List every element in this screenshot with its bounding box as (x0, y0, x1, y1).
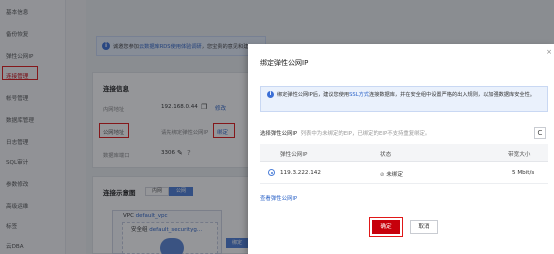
eip-radio[interactable] (268, 169, 275, 176)
dialog-info-text: 绑定弹性公网IP后，建议您使用SSL方式连接数据库，并在安全组中设置严格的出入规… (277, 92, 535, 98)
cancel-button[interactable]: 取消 (410, 220, 438, 234)
col-bandwidth: 带宽大小 (508, 152, 531, 158)
select-eip-label: 选择弹性公网IP 列表中为未绑定的EIP，已绑定的EIP不支持重复绑定。 (260, 131, 431, 137)
ok-button[interactable]: 确定 (372, 220, 400, 234)
close-icon[interactable]: × (546, 48, 552, 56)
dialog-info-banner: i 绑定弹性公网IP后，建议您使用SSL方式连接数据库，并在安全组中设置严格的出… (260, 86, 548, 112)
refresh-button[interactable]: C (534, 127, 546, 139)
select-eip-hint: 列表中为未绑定的EIP，已绑定的EIP不支持重复绑定。 (300, 131, 431, 137)
dialog-title: 绑定弹性公网IP (260, 59, 309, 67)
status-icon: ⊘ (380, 172, 385, 178)
bind-eip-dialog: 绑定弹性公网IP × i 绑定弹性公网IP后，建议您使用SSL方式连接数据库，并… (248, 44, 554, 254)
eip-bandwidth: 5 Mbit/s (512, 170, 535, 176)
view-eip-link[interactable]: 查看弹性公网IP (260, 194, 297, 202)
col-status: 状态 (380, 152, 392, 158)
ssl-link[interactable]: SSL方式 (349, 92, 369, 98)
eip-status: ⊘ 未绑定 (380, 172, 403, 178)
info-icon: i (267, 91, 274, 98)
col-eip: 弹性公网IP (280, 152, 308, 158)
eip-table-header: 弹性公网IP 状态 带宽大小 (260, 144, 548, 162)
table-row[interactable]: 119.3.222.142 ⊘ 未绑定 5 Mbit/s (260, 162, 548, 184)
eip-value: 119.3.222.142 (280, 170, 321, 176)
